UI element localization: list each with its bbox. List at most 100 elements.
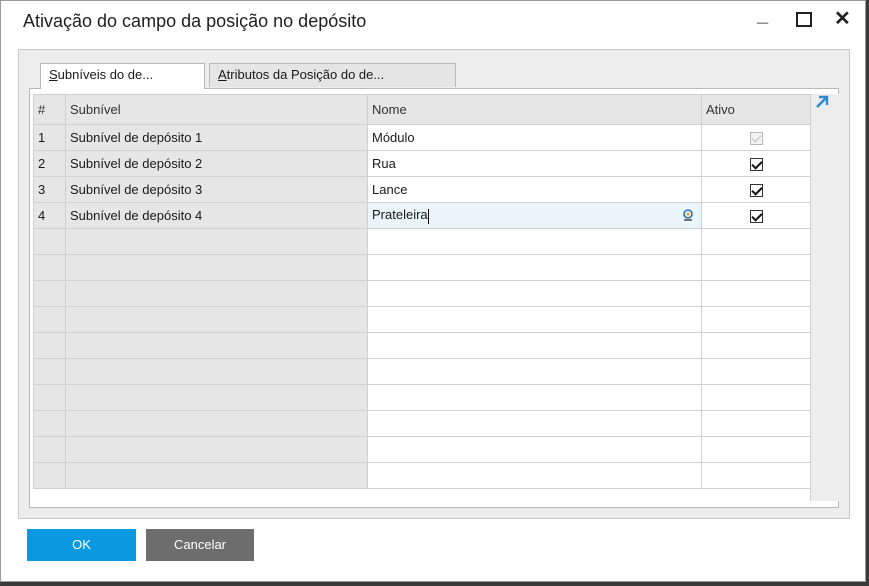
empty-row xyxy=(33,436,811,463)
empty-cell xyxy=(33,332,66,359)
empty-cell xyxy=(65,384,368,411)
ativo-checkbox[interactable] xyxy=(749,184,763,198)
empty-cell xyxy=(367,436,702,463)
empty-cell xyxy=(367,306,702,333)
empty-cell xyxy=(701,410,811,437)
empty-cell xyxy=(65,410,368,437)
grid-right-margin xyxy=(810,94,839,501)
cell-ativo xyxy=(701,202,811,229)
empty-cell xyxy=(367,280,702,307)
empty-cell xyxy=(65,358,368,385)
empty-cell xyxy=(65,254,368,281)
empty-row xyxy=(33,462,811,489)
lookup-icon[interactable] xyxy=(681,208,695,222)
tab-atributos-label: tributos da Posição do de... xyxy=(226,67,385,82)
tab-atributos[interactable]: Atributos da Posição do de... xyxy=(209,63,456,87)
cell-nome[interactable]: Lance xyxy=(367,176,702,203)
cell-nome[interactable]: Prateleira xyxy=(367,202,702,229)
table-row[interactable]: 1 Subnível de depósito 1 Módulo xyxy=(33,124,811,151)
empty-cell xyxy=(701,436,811,463)
empty-row xyxy=(33,384,811,411)
empty-cell xyxy=(65,280,368,307)
table-row[interactable]: 3 Subnível de depósito 3 Lance xyxy=(33,176,811,203)
tab-subniveis-mnemonic: S xyxy=(49,67,58,82)
empty-row xyxy=(33,332,811,359)
empty-cell xyxy=(701,228,811,255)
empty-row xyxy=(33,280,811,307)
empty-cell xyxy=(65,228,368,255)
empty-cell xyxy=(65,436,368,463)
empty-cell xyxy=(367,254,702,281)
empty-cell xyxy=(33,436,66,463)
cell-subnivel: Subnível de depósito 2 xyxy=(65,150,368,177)
dialog-window: Ativação do campo da posição no depósito… xyxy=(0,0,866,582)
empty-cell xyxy=(33,358,66,385)
col-header-ativo[interactable]: Ativo xyxy=(701,94,811,125)
row-number: 2 xyxy=(33,150,66,177)
cell-nome-text: Rua xyxy=(372,156,396,171)
table-row[interactable]: 4 Subnível de depósito 4 Prateleira xyxy=(33,202,811,229)
minimize-icon[interactable]: _ xyxy=(757,3,768,27)
cell-subnivel: Subnível de depósito 3 xyxy=(65,176,368,203)
empty-cell xyxy=(33,228,66,255)
empty-cell xyxy=(33,410,66,437)
cancel-button[interactable]: Cancelar xyxy=(146,529,254,561)
empty-cell xyxy=(367,410,702,437)
empty-cell xyxy=(701,280,811,307)
cell-nome-text: Lance xyxy=(372,182,408,197)
empty-cell xyxy=(701,358,811,385)
ok-button[interactable]: OK xyxy=(27,529,136,561)
cell-nome[interactable]: Módulo xyxy=(367,124,702,151)
empty-cell xyxy=(701,384,811,411)
empty-cell xyxy=(701,332,811,359)
tab-atributos-mnemonic: A xyxy=(218,67,227,82)
empty-cell xyxy=(65,306,368,333)
empty-cell xyxy=(367,384,702,411)
col-header-num[interactable]: # xyxy=(33,94,66,125)
expand-arrow-icon[interactable] xyxy=(813,93,831,111)
maximize-icon[interactable] xyxy=(796,12,812,27)
sublevels-grid: # Subnível Nome Ativo 1 Subnível de depós… xyxy=(33,94,811,489)
empty-cell xyxy=(33,280,66,307)
cell-nome[interactable]: Rua xyxy=(367,150,702,177)
col-header-nome[interactable]: Nome xyxy=(367,94,702,125)
empty-cell xyxy=(65,332,368,359)
tab-subniveis[interactable]: Subníveis do de... xyxy=(40,63,205,89)
cell-nome-text: Prateleira xyxy=(372,207,428,223)
row-number: 3 xyxy=(33,176,66,203)
cell-ativo xyxy=(701,150,811,177)
ativo-checkbox[interactable] xyxy=(749,158,763,172)
empty-cell xyxy=(33,254,66,281)
empty-row xyxy=(33,228,811,255)
ativo-checkbox xyxy=(749,132,763,146)
empty-row xyxy=(33,254,811,281)
row-number: 4 xyxy=(33,202,66,229)
tab-subniveis-label: ubníveis do de... xyxy=(57,67,154,82)
empty-row xyxy=(33,306,811,333)
table-row[interactable]: 2 Subnível de depósito 2 Rua xyxy=(33,150,811,177)
grid-header-row: # Subnível Nome Ativo xyxy=(33,94,811,125)
empty-row xyxy=(33,358,811,385)
empty-cell xyxy=(65,462,368,489)
row-number: 1 xyxy=(33,124,66,151)
empty-cell xyxy=(367,332,702,359)
empty-cell xyxy=(33,462,66,489)
empty-cell xyxy=(33,306,66,333)
empty-cell xyxy=(367,228,702,255)
close-icon[interactable]: ✕ xyxy=(834,7,851,31)
empty-cell xyxy=(701,254,811,281)
col-header-subnivel[interactable]: Subnível xyxy=(65,94,368,125)
text-caret xyxy=(427,208,429,224)
empty-cell xyxy=(367,358,702,385)
empty-cell xyxy=(701,306,811,333)
cell-nome-text: Módulo xyxy=(372,130,415,145)
empty-cell xyxy=(33,384,66,411)
ativo-checkbox[interactable] xyxy=(749,210,763,224)
cell-subnivel: Subnível de depósito 1 xyxy=(65,124,368,151)
dialog-title: Ativação do campo da posição no depósito xyxy=(23,11,367,31)
empty-cell xyxy=(367,462,702,489)
cell-ativo xyxy=(701,176,811,203)
empty-row xyxy=(33,410,811,437)
cell-ativo xyxy=(701,124,811,151)
empty-cell xyxy=(701,462,811,489)
